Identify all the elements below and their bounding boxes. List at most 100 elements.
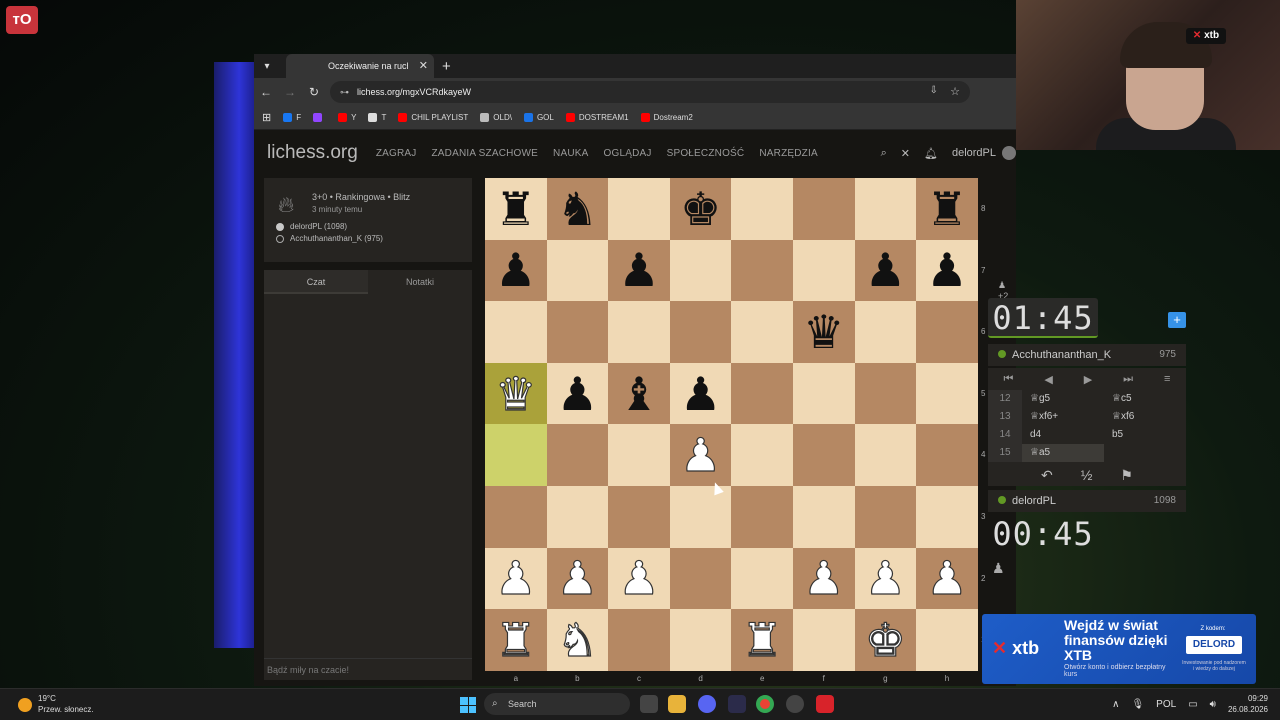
board-square-c7[interactable]: ♟: [608, 239, 670, 302]
bookmark-item[interactable]: Dostream2: [640, 113, 693, 122]
last-move-icon[interactable]: ⏭: [1123, 373, 1133, 386]
board-square-g4[interactable]: [854, 424, 917, 486]
menu-icon[interactable]: ≡: [1164, 373, 1170, 385]
board-square-e6[interactable]: [731, 301, 793, 363]
first-move-icon[interactable]: ⏮: [1003, 373, 1013, 386]
board-square-a3[interactable]: [485, 485, 547, 548]
add-time-button[interactable]: +: [1168, 312, 1186, 328]
black-pawn-icon[interactable]: ♟: [557, 371, 598, 417]
black-move[interactable]: ♕c5: [1104, 390, 1186, 408]
url-field[interactable]: ⊶ lichess.org/mgxVCRdkayeW ⇩ ☆: [330, 81, 970, 103]
board-square-h2[interactable]: ♟: [916, 547, 978, 610]
bookmark-item[interactable]: GOL: [523, 113, 554, 122]
board-square-h8[interactable]: ♜: [916, 178, 978, 240]
board-square-c1[interactable]: [608, 609, 670, 671]
nav-item[interactable]: ZADANIA SZACHOWE: [431, 148, 538, 159]
bookmark-item[interactable]: Y: [338, 113, 356, 122]
board-square-e4[interactable]: [731, 424, 793, 486]
reload-icon[interactable]: ↻: [302, 85, 326, 99]
apps-icon[interactable]: ⊞: [262, 111, 271, 124]
board-square-c5[interactable]: ♝: [608, 362, 670, 425]
board-square-g6[interactable]: [854, 301, 917, 363]
board-square-b5[interactable]: ♟: [546, 362, 609, 425]
board-square-g5[interactable]: [854, 362, 917, 425]
taskbar-search[interactable]: ⌕ Search: [484, 693, 630, 715]
app-icon[interactable]: [728, 695, 746, 713]
board-square-c6[interactable]: [608, 301, 670, 363]
network-icon[interactable]: ▭: [1188, 699, 1197, 710]
board-square-d4[interactable]: ♟: [669, 424, 732, 486]
black-knight-icon[interactable]: ♞: [557, 186, 598, 232]
black-pawn-icon[interactable]: ♟: [865, 247, 906, 293]
nav-item[interactable]: ZAGRAJ: [376, 148, 417, 159]
bookmark-item[interactable]: DOSTREAM1: [565, 113, 629, 122]
black-queen-icon[interactable]: ♛: [803, 309, 844, 355]
white-move[interactable]: ♕xf6+: [1022, 408, 1104, 426]
board-square-h4[interactable]: [916, 424, 978, 486]
bookmark-star-icon[interactable]: ☆: [950, 85, 960, 98]
board-square-d1[interactable]: [669, 609, 732, 671]
board-square-b8[interactable]: ♞: [546, 178, 609, 240]
bookmark-item[interactable]: OLD\: [480, 113, 512, 122]
language-indicator[interactable]: POL: [1156, 699, 1176, 710]
board-square-e1[interactable]: ♜: [731, 609, 793, 671]
board-square-a5[interactable]: ♛: [485, 362, 547, 425]
tab-notes[interactable]: Notatki: [368, 270, 472, 294]
board-square-b6[interactable]: [546, 301, 609, 363]
board-square-a8[interactable]: ♜: [485, 178, 547, 240]
board-square-f2[interactable]: ♟: [792, 547, 855, 610]
black-pawn-icon[interactable]: ♟: [495, 247, 536, 293]
next-move-icon[interactable]: ▶: [1084, 373, 1092, 386]
chess-board[interactable]: ♜ ♞ ♚ ♜ ♟ ♟ ♟ ♟ ♛ ♛ ♟ ♝ ♟ ♟ ♟ ♟ ♟ ♟ ♟ ♟ ♜ ♞ ♜ ♚: [485, 178, 978, 671]
white-pawn-icon[interactable]: ♟: [679, 432, 721, 479]
back-icon[interactable]: ←: [254, 85, 278, 99]
board-square-b2[interactable]: ♟: [546, 547, 609, 610]
board-square-b1[interactable]: ♞: [546, 609, 609, 671]
board-square-f1[interactable]: [792, 609, 855, 671]
site-info-icon[interactable]: ⊶: [340, 87, 349, 98]
bookmark-item[interactable]: CHIL PLAYLIST: [398, 113, 468, 122]
discord-icon[interactable]: [698, 695, 716, 713]
bookmark-item[interactable]: F: [283, 113, 301, 122]
username-link[interactable]: delordPL: [952, 146, 1016, 160]
white-queen-icon[interactable]: ♛: [495, 370, 537, 417]
nav-item[interactable]: OGLĄDAJ: [603, 148, 651, 159]
search-icon[interactable]: ⌕: [881, 147, 887, 160]
board-square-c8[interactable]: [608, 178, 670, 240]
black-bishop-icon[interactable]: ♝: [618, 371, 659, 417]
file-explorer-icon[interactable]: [668, 695, 686, 713]
board-square-g8[interactable]: [854, 178, 917, 240]
board-square-g7[interactable]: ♟: [854, 239, 917, 302]
board-square-a6[interactable]: [485, 301, 547, 363]
board-square-d2[interactable]: [669, 547, 732, 610]
board-square-b3[interactable]: [546, 485, 609, 548]
resign-flag-icon[interactable]: ⚑: [1120, 467, 1133, 484]
white-rook-icon[interactable]: ♜: [741, 616, 783, 663]
install-icon[interactable]: ⇩: [930, 85, 938, 96]
board-square-d8[interactable]: ♚: [669, 178, 732, 240]
black-pawn-icon[interactable]: ♟: [926, 247, 967, 293]
bookmark-item[interactable]: [313, 113, 326, 122]
app-icon[interactable]: [816, 695, 834, 713]
white-move[interactable]: ♕a5: [1022, 444, 1104, 462]
close-tab-icon[interactable]: ✕: [419, 59, 428, 72]
board-square-e7[interactable]: [731, 239, 793, 302]
site-logo[interactable]: lichess.org: [267, 142, 358, 164]
board-square-h6[interactable]: [916, 301, 978, 363]
nav-item[interactable]: NAUKA: [553, 148, 588, 159]
board-square-g3[interactable]: [854, 485, 917, 548]
board-square-f8[interactable]: [792, 178, 855, 240]
white-pawn-icon[interactable]: ♟: [803, 555, 845, 602]
black-move[interactable]: b5: [1104, 426, 1186, 444]
board-square-d5[interactable]: ♟: [669, 362, 732, 425]
white-pawn-icon[interactable]: ♟: [556, 555, 598, 602]
white-move[interactable]: d4: [1022, 426, 1104, 444]
board-square-d6[interactable]: [669, 301, 732, 363]
close-icon[interactable]: ✕: [901, 147, 910, 160]
board-square-e5[interactable]: [731, 362, 793, 425]
start-icon[interactable]: [460, 697, 476, 713]
new-tab-button[interactable]: +: [442, 58, 451, 75]
white-rook-icon[interactable]: ♜: [495, 616, 537, 663]
black-move[interactable]: ♕xf6: [1104, 408, 1186, 426]
white-pawn-icon[interactable]: ♟: [618, 555, 660, 602]
